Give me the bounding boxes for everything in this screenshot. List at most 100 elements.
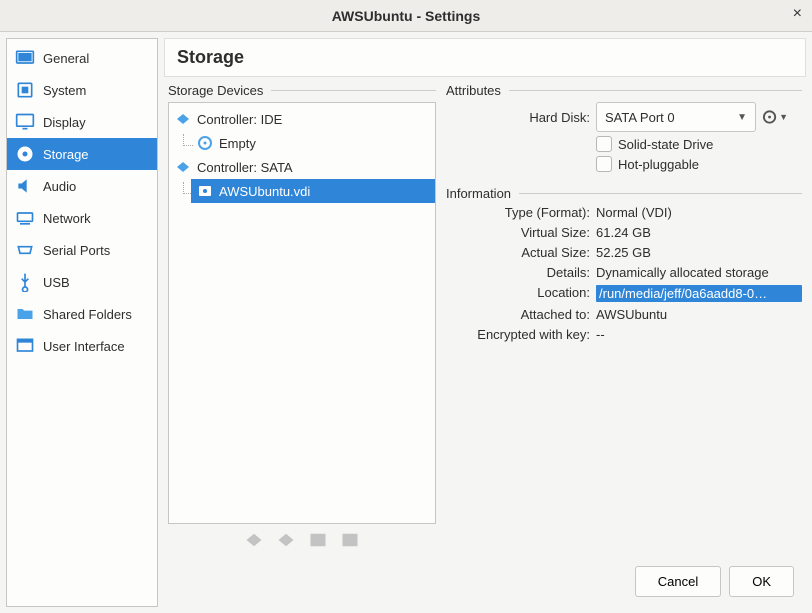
info-row-location: Location: /run/media/jeff/0a6aadd8-0… xyxy=(446,285,802,302)
main-panel: Storage Storage Devices Controller: IDE xyxy=(164,38,806,607)
storage-toolbar xyxy=(168,524,436,556)
empty-disc-icon xyxy=(197,135,213,151)
hard-disk-row: Hard Disk: SATA Port 0 ▼ ▼ xyxy=(446,102,802,132)
ssd-label: Solid-state Drive xyxy=(618,137,713,152)
sidebar-item-label: User Interface xyxy=(43,339,125,354)
chevron-down-icon: ▼ xyxy=(737,112,747,123)
tree-label: Controller: IDE xyxy=(197,112,282,127)
ide-empty-slot[interactable]: Empty xyxy=(191,131,262,155)
usb-icon xyxy=(15,272,35,292)
info-key: Details: xyxy=(446,265,590,280)
folder-icon xyxy=(15,304,35,324)
section-label: Attributes xyxy=(446,83,501,98)
info-row-virtual-size: Virtual Size: 61.24 GB xyxy=(446,225,802,240)
window-body: General System Display Storage Audio Net… xyxy=(0,32,812,613)
info-val: -- xyxy=(596,327,802,342)
remove-attachment-icon[interactable] xyxy=(340,530,360,550)
controller-sata[interactable]: Controller: SATA xyxy=(169,155,435,179)
sidebar-item-user-interface[interactable]: User Interface xyxy=(7,330,157,362)
chip-icon xyxy=(15,80,35,100)
info-key: Attached to: xyxy=(446,307,590,322)
section-label: Information xyxy=(446,186,511,201)
add-controller-icon[interactable] xyxy=(244,530,264,550)
ssd-checkbox-row: Solid-state Drive xyxy=(596,136,802,152)
remove-controller-icon[interactable] xyxy=(276,530,296,550)
sidebar-item-label: Shared Folders xyxy=(43,307,132,322)
info-val-location[interactable]: /run/media/jeff/0a6aadd8-0… xyxy=(596,285,802,302)
sidebar-item-general[interactable]: General xyxy=(7,42,157,74)
page-title: Storage xyxy=(164,38,806,77)
info-val: Dynamically allocated storage xyxy=(596,265,802,280)
info-val: Normal (VDI) xyxy=(596,205,802,220)
info-val: 52.25 GB xyxy=(596,245,802,260)
info-row-actual-size: Actual Size: 52.25 GB xyxy=(446,245,802,260)
sidebar-item-storage[interactable]: Storage xyxy=(7,138,157,170)
select-value: SATA Port 0 xyxy=(605,110,675,125)
display-icon xyxy=(15,112,35,132)
sidebar-item-audio[interactable]: Audio xyxy=(7,170,157,202)
info-val: AWSUbuntu xyxy=(596,307,802,322)
speaker-icon xyxy=(15,176,35,196)
info-key: Type (Format): xyxy=(446,205,590,220)
sidebar-item-label: Serial Ports xyxy=(43,243,110,258)
info-key: Location: xyxy=(446,285,590,300)
network-icon xyxy=(15,208,35,228)
ui-icon xyxy=(15,336,35,356)
page-body: Storage Devices Controller: IDE Em xyxy=(164,83,806,556)
titlebar: AWSUbuntu - Settings × xyxy=(0,0,812,32)
sidebar-item-label: USB xyxy=(43,275,70,290)
harddisk-icon xyxy=(197,183,213,199)
attributes-header: Attributes xyxy=(446,83,802,98)
sidebar-item-label: Network xyxy=(43,211,91,226)
info-row-attached-to: Attached to: AWSUbuntu xyxy=(446,307,802,322)
sidebar-item-network[interactable]: Network xyxy=(7,202,157,234)
section-label: Storage Devices xyxy=(168,83,263,98)
tree-label: AWSUbuntu.vdi xyxy=(219,184,310,199)
storage-devices-header: Storage Devices xyxy=(168,83,436,98)
tree-label: Controller: SATA xyxy=(197,160,293,175)
settings-sidebar: General System Display Storage Audio Net… xyxy=(6,38,158,607)
ssd-checkbox[interactable] xyxy=(596,136,612,152)
controller-ide[interactable]: Controller: IDE xyxy=(169,107,435,131)
sidebar-item-label: Audio xyxy=(43,179,76,194)
sidebar-item-label: System xyxy=(43,83,86,98)
info-key: Encrypted with key: xyxy=(446,327,590,342)
info-row-type: Type (Format): Normal (VDI) xyxy=(446,205,802,220)
tree-label: Empty xyxy=(219,136,256,151)
close-icon[interactable]: × xyxy=(793,5,802,23)
cancel-button[interactable]: Cancel xyxy=(635,566,721,597)
information-section: Information Type (Format): Normal (VDI) … xyxy=(446,180,802,347)
storage-tree[interactable]: Controller: IDE Empty Controller: SATA xyxy=(168,102,436,524)
disk-chooser-button[interactable]: ▼ xyxy=(762,104,788,130)
sidebar-item-usb[interactable]: USB xyxy=(7,266,157,298)
disk-icon xyxy=(15,144,35,164)
controller-icon xyxy=(175,111,191,127)
info-row-encrypted: Encrypted with key: -- xyxy=(446,327,802,342)
info-key: Virtual Size: xyxy=(446,225,590,240)
ok-button[interactable]: OK xyxy=(729,566,794,597)
add-attachment-icon[interactable] xyxy=(308,530,328,550)
divider xyxy=(509,90,802,91)
info-row-details: Details: Dynamically allocated storage xyxy=(446,265,802,280)
attributes-column: Attributes Hard Disk: SATA Port 0 ▼ ▼ xyxy=(446,83,802,556)
sidebar-item-shared-folders[interactable]: Shared Folders xyxy=(7,298,157,330)
info-val: 61.24 GB xyxy=(596,225,802,240)
hard-disk-select[interactable]: SATA Port 0 ▼ xyxy=(596,102,756,132)
dialog-footer: Cancel OK xyxy=(164,556,806,607)
sidebar-item-label: General xyxy=(43,51,89,66)
sidebar-item-system[interactable]: System xyxy=(7,74,157,106)
window-title: AWSUbuntu - Settings xyxy=(332,8,481,24)
storage-devices-column: Storage Devices Controller: IDE Em xyxy=(168,83,436,556)
chevron-down-icon: ▼ xyxy=(779,112,788,122)
controller-icon xyxy=(175,159,191,175)
sata-disk-awsubuntu[interactable]: AWSUbuntu.vdi xyxy=(191,179,435,203)
hotplug-checkbox-row: Hot-pluggable xyxy=(596,156,802,172)
sidebar-item-serial-ports[interactable]: Serial Ports xyxy=(7,234,157,266)
settings-window: AWSUbuntu - Settings × General System Di… xyxy=(0,0,812,613)
hotplug-checkbox[interactable] xyxy=(596,156,612,172)
sidebar-item-display[interactable]: Display xyxy=(7,106,157,138)
information-header: Information xyxy=(446,186,802,201)
hotplug-label: Hot-pluggable xyxy=(618,157,699,172)
divider xyxy=(519,193,802,194)
info-key: Actual Size: xyxy=(446,245,590,260)
